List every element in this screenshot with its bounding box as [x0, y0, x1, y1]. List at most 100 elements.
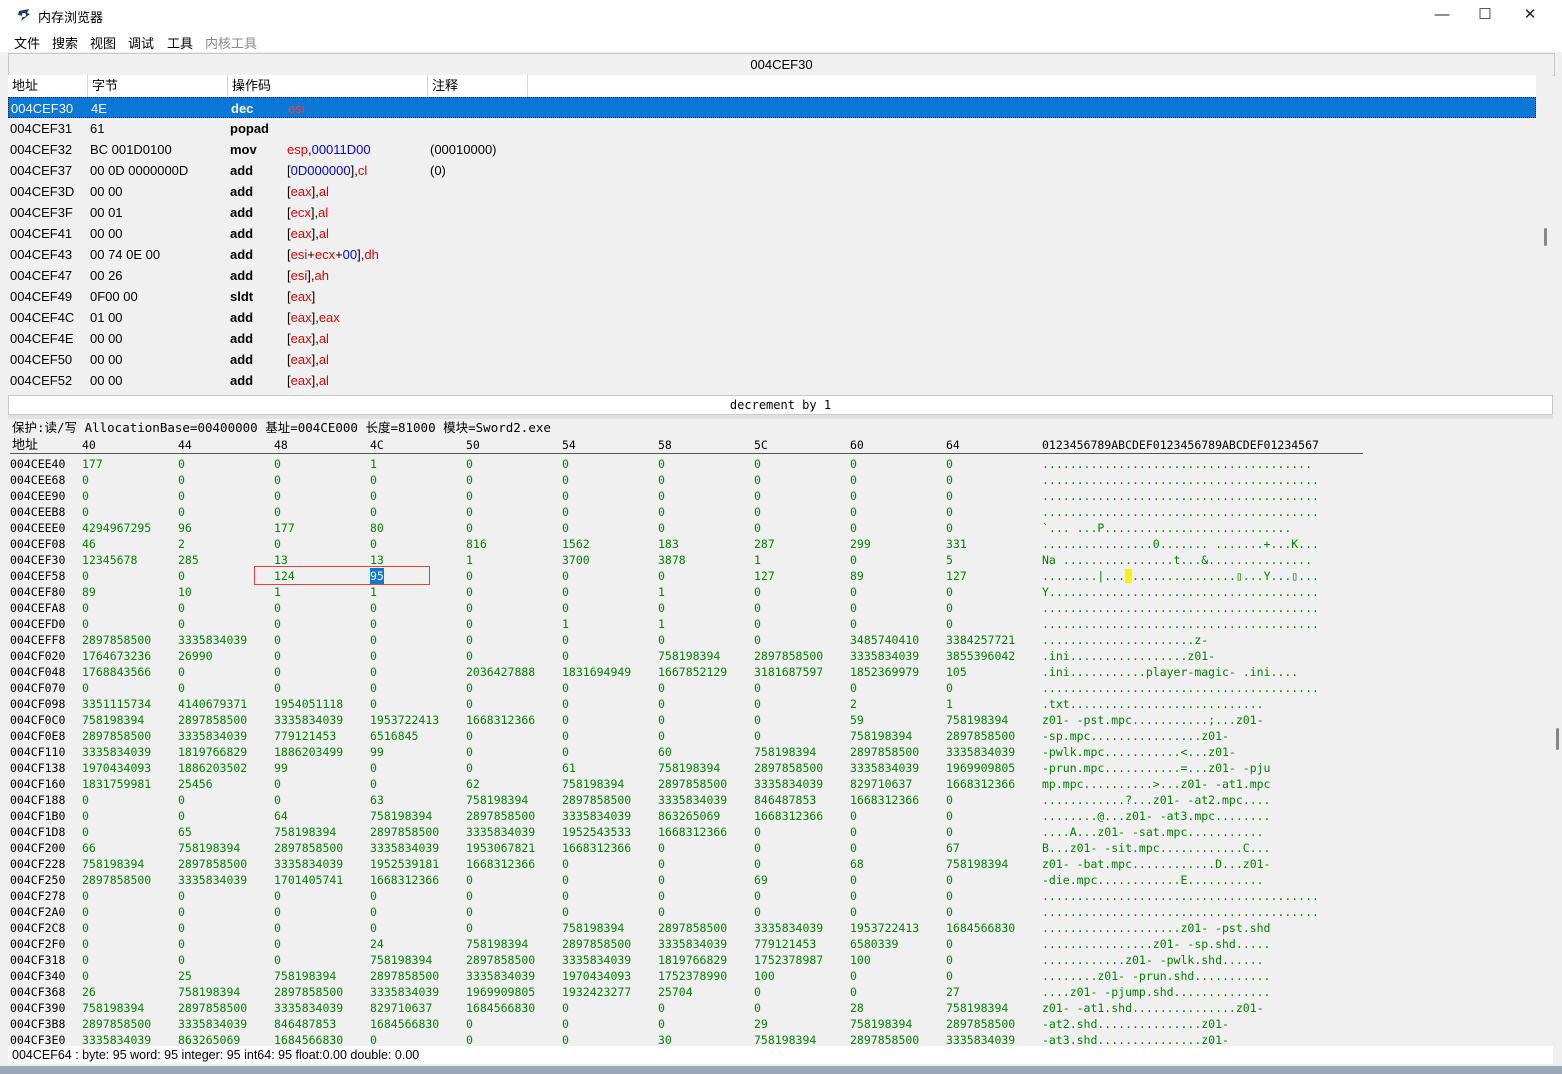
hex-ascii[interactable]: ................0....... .......+...K... [1042, 536, 1319, 552]
hex-ascii[interactable]: z01- -bat.mpc............D...z01- [1042, 856, 1270, 872]
hex-value[interactable]: 0 [850, 552, 857, 568]
hex-value[interactable]: 0 [754, 728, 761, 744]
hex-value[interactable]: 0 [178, 936, 185, 952]
hex-value[interactable]: 0 [850, 840, 857, 856]
hex-value[interactable]: 0 [754, 504, 761, 520]
hex-ascii[interactable]: ........................................ [1042, 904, 1319, 920]
hex-value[interactable]: 0 [370, 600, 377, 616]
hex-value[interactable]: 3335834039 [850, 648, 919, 664]
hex-value[interactable]: 3335834039 [370, 984, 439, 1000]
hex-value[interactable]: 0 [658, 872, 665, 888]
hex-ascii[interactable]: -at3.shd...............z01- [1042, 1032, 1229, 1046]
hex-value[interactable]: 0 [178, 600, 185, 616]
hex-value[interactable]: 0 [562, 728, 569, 744]
hex-value[interactable]: 0 [754, 520, 761, 536]
hex-value[interactable]: 2897858500 [466, 808, 535, 824]
hex-value[interactable]: 0 [466, 488, 473, 504]
hex-value[interactable]: 0 [466, 1016, 473, 1032]
hex-ascii[interactable]: ........................................ [1042, 680, 1319, 696]
hex-value[interactable]: 0 [754, 696, 761, 712]
hex-value[interactable]: 0 [178, 616, 185, 632]
hex-value[interactable]: 0 [466, 680, 473, 696]
hex-value[interactable]: 829710637 [370, 1000, 432, 1016]
hex-value[interactable]: 2897858500 [178, 712, 247, 728]
hex-value[interactable]: 0 [370, 488, 377, 504]
hex-value[interactable]: 1 [370, 456, 377, 472]
hex-value[interactable]: 0 [658, 856, 665, 872]
hex-value[interactable]: 2897858500 [754, 760, 823, 776]
hex-value[interactable]: 3335834039 [274, 856, 343, 872]
hex-value[interactable]: 6516845 [370, 728, 418, 744]
hex-value[interactable]: 0 [82, 904, 89, 920]
hex-ascii[interactable]: ........z01- -prun.shd........... [1042, 968, 1270, 984]
disasm-row[interactable]: 004CEF43 00 74 0E 00 add [esi+ecx+00],dh [8, 244, 1536, 265]
hex-value[interactable]: 1 [562, 616, 569, 632]
hex-ascii[interactable]: ......................z- [1042, 632, 1208, 648]
hex-value[interactable]: 0 [370, 504, 377, 520]
pane-splitter[interactable] [8, 415, 1553, 419]
hex-ascii[interactable]: .ini...........player-magic- .ini.... [1042, 664, 1298, 680]
hex-value[interactable]: 1 [658, 584, 665, 600]
hex-value[interactable]: 0 [370, 680, 377, 696]
hex-value[interactable]: 285 [178, 552, 199, 568]
hex-value[interactable]: 3335834039 [754, 776, 823, 792]
hex-value[interactable]: 0 [754, 472, 761, 488]
disasm-row[interactable]: 004CEF52 00 00 add [eax],al [8, 370, 1536, 391]
hex-value[interactable]: 0 [466, 1032, 473, 1046]
hex-value[interactable]: 0 [466, 584, 473, 600]
hex-value[interactable]: 0 [850, 616, 857, 632]
hex-value[interactable]: 100 [754, 968, 775, 984]
hex-value[interactable]: 2897858500 [850, 1032, 919, 1046]
hex-value[interactable]: 0 [370, 632, 377, 648]
hex-value[interactable]: 0 [82, 920, 89, 936]
hex-value[interactable]: 0 [274, 920, 281, 936]
hex-value[interactable]: 0 [466, 520, 473, 536]
hex-value[interactable]: 0 [754, 680, 761, 696]
hex-value[interactable]: 65 [178, 824, 192, 840]
hex-value[interactable]: 1952543533 [562, 824, 631, 840]
hex-value[interactable]: 0 [946, 936, 953, 952]
hex-value[interactable]: 0 [82, 600, 89, 616]
hex-value[interactable]: 0 [754, 584, 761, 600]
hex-value[interactable]: 2897858500 [562, 936, 631, 952]
hex-value[interactable]: 2897858500 [178, 1000, 247, 1016]
hex-value[interactable]: 2897858500 [658, 776, 727, 792]
hex-value[interactable]: 3335834039 [562, 808, 631, 824]
hex-value[interactable]: 1562 [562, 536, 590, 552]
hex-value[interactable]: 3335834039 [466, 968, 535, 984]
hex-value[interactable]: 0 [562, 680, 569, 696]
hex-value[interactable]: 758198394 [82, 712, 144, 728]
hex-value[interactable]: 3335834039 [370, 840, 439, 856]
hex-value[interactable]: 24 [370, 936, 384, 952]
hex-value[interactable]: 2036427888 [466, 664, 535, 680]
hex-value[interactable]: 0 [658, 696, 665, 712]
hex-value[interactable]: 0 [754, 712, 761, 728]
hex-value[interactable]: 0 [466, 728, 473, 744]
hex-ascii[interactable]: ........................................ [1042, 888, 1319, 904]
hex-value[interactable]: 0 [850, 984, 857, 1000]
hex-value[interactable]: 0 [82, 504, 89, 520]
hex-value[interactable]: 2897858500 [658, 920, 727, 936]
hex-scrollbar[interactable] [1553, 420, 1562, 1046]
hex-value[interactable]: 2 [850, 696, 857, 712]
hex-value[interactable]: 829710637 [850, 776, 912, 792]
hex-value[interactable]: 0 [946, 456, 953, 472]
hex-value[interactable]: 0 [274, 488, 281, 504]
hex-value[interactable]: 0 [82, 824, 89, 840]
hex-value[interactable]: 0 [946, 872, 953, 888]
hex-ascii[interactable]: ........................................ [1042, 504, 1319, 520]
hex-value[interactable]: 758198394 [466, 936, 528, 952]
hex-value[interactable]: 0 [658, 840, 665, 856]
hex-value[interactable]: 0 [850, 456, 857, 472]
hex-value[interactable]: 1969909805 [946, 760, 1015, 776]
hex-value[interactable]: 2897858500 [370, 968, 439, 984]
hex-value[interactable]: 863265069 [658, 808, 720, 824]
hex-value[interactable]: 758198394 [274, 968, 336, 984]
hex-value[interactable]: 0 [178, 456, 185, 472]
hex-value[interactable]: 0 [82, 936, 89, 952]
hex-value[interactable]: 1752378990 [658, 968, 727, 984]
hex-value[interactable]: 3335834039 [658, 792, 727, 808]
hex-value[interactable]: 0 [850, 680, 857, 696]
hex-value[interactable]: 1701405741 [274, 872, 343, 888]
hex-ascii[interactable]: ....z01- -pjump.shd.............. [1042, 984, 1270, 1000]
